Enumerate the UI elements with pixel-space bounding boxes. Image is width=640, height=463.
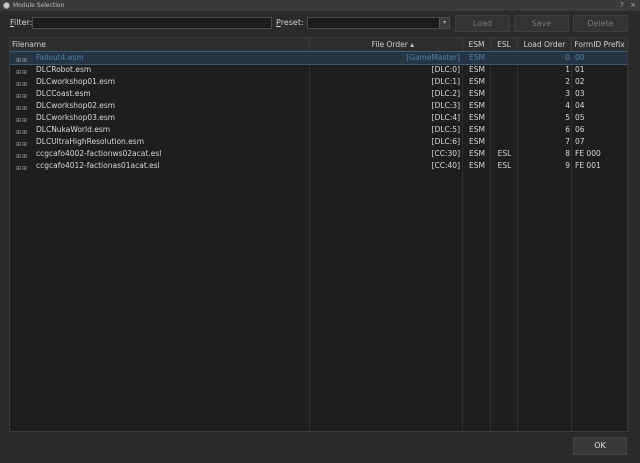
- cell-file-order: [DLC:1]: [431, 77, 460, 86]
- cell-load-order: 5: [565, 113, 570, 122]
- filter-input[interactable]: [32, 17, 272, 29]
- cell-formid-prefix: 07: [575, 137, 585, 146]
- cell-esl: [491, 76, 518, 88]
- cell-load-order: 4: [565, 101, 570, 110]
- table-row[interactable]: ⊞⊞ DLCworkshop03.esm [DLC:4] ESM 5 05: [10, 112, 627, 124]
- cell-filename: DLCNukaWorld.esm: [36, 125, 111, 134]
- cell-esl: [491, 100, 518, 112]
- header-formid-prefix[interactable]: FormID Prefix: [572, 38, 627, 51]
- cell-formid-prefix: 02: [575, 77, 585, 86]
- header-file-order[interactable]: File Order ▴: [310, 38, 463, 51]
- cell-esm: ESM: [469, 77, 485, 86]
- cell-file-order: [CC:30]: [431, 149, 460, 158]
- cell-filename: DLCUltraHighResolution.esm: [36, 137, 145, 146]
- cell-load-order: 6: [565, 125, 570, 134]
- cell-esl: [491, 112, 518, 124]
- cell-file-order: [GameMaster]: [406, 53, 460, 62]
- cell-esl: ESL: [497, 149, 512, 158]
- cell-esl: [491, 88, 518, 100]
- table-row[interactable]: ⊞⊞ ccgcafo4002-factionws02acat.esl [CC:30]…: [10, 148, 627, 160]
- cell-filename: DLCworkshop03.esm: [36, 113, 116, 122]
- cell-load-order: 3: [565, 89, 570, 98]
- cell-file-order: [DLC:3]: [431, 101, 460, 110]
- cell-esl: [491, 64, 518, 76]
- cell-esm: ESM: [469, 161, 485, 170]
- cell-filename: DLCworkshop01.esm: [36, 77, 116, 86]
- cell-load-order: 2: [565, 77, 570, 86]
- table-row[interactable]: ⊞⊞ DLCworkshop02.esm [DLC:3] ESM 4 04: [10, 100, 627, 112]
- cell-load-order: 0: [565, 53, 570, 62]
- cell-filename: ccgcafo4002-factionws02acat.esl: [36, 149, 162, 158]
- header-load-order[interactable]: Load Order: [518, 38, 572, 51]
- expand-icon[interactable]: ⊞⊞: [16, 163, 28, 175]
- title-bar: Module Selection ? ×: [0, 0, 640, 11]
- toolbar: Filter: Preset: ▾ Load Save Delete: [0, 13, 640, 35]
- table-header: Filename File Order ▴ ESM ESL Load Order…: [10, 38, 627, 52]
- close-icon[interactable]: ×: [628, 0, 638, 11]
- cell-filename: DLCworkshop02.esm: [36, 101, 116, 110]
- cell-formid-prefix: FE 000: [575, 149, 601, 158]
- cell-file-order: [DLC:2]: [431, 89, 460, 98]
- cell-esm: ESM: [469, 89, 485, 98]
- cell-load-order: 1: [565, 65, 570, 74]
- sort-ascending-icon: ▴: [410, 40, 414, 49]
- preset-dropdown[interactable]: ▾: [307, 17, 450, 29]
- cell-filename: Fallout4.esm: [36, 53, 84, 62]
- chevron-down-icon[interactable]: ▾: [439, 18, 449, 28]
- cell-formid-prefix: 00: [575, 53, 585, 62]
- cell-esl: [491, 124, 518, 136]
- cell-filename: ccgcafo4012-factionas01acat.esl: [36, 161, 160, 170]
- delete-button[interactable]: Delete: [573, 15, 628, 32]
- help-icon[interactable]: ?: [617, 0, 627, 11]
- table-row[interactable]: ⊞⊞ DLCUltraHighResolution.esm [DLC:6] ESM 7 0…: [10, 136, 627, 148]
- filter-text[interactable]: [36, 19, 268, 27]
- filter-label: Filter:: [10, 18, 33, 27]
- ok-button[interactable]: OK: [573, 437, 627, 455]
- cell-formid-prefix: 01: [575, 65, 585, 74]
- app-icon: [3, 2, 10, 9]
- cell-file-order: [CC:40]: [431, 161, 460, 170]
- cell-esl: ESL: [497, 161, 512, 170]
- header-esm[interactable]: ESM: [463, 38, 491, 51]
- cell-formid-prefix: 03: [575, 89, 585, 98]
- cell-file-order: [DLC:6]: [431, 137, 460, 146]
- cell-load-order: 7: [565, 137, 570, 146]
- table-row[interactable]: ⊞⊞ Fallout4.esm [GameMaster] ESM 0 00: [10, 51, 627, 65]
- window-title: Module Selection: [13, 2, 65, 9]
- cell-formid-prefix: 04: [575, 101, 585, 110]
- cell-filename: DLCCoast.esm: [36, 89, 91, 98]
- save-button[interactable]: Save: [514, 15, 569, 32]
- cell-esm: ESM: [469, 125, 485, 134]
- cell-file-order: [DLC:0]: [431, 65, 460, 74]
- cell-esm: ESM: [469, 113, 485, 122]
- table-row[interactable]: ⊞⊞ DLCworkshop01.esm [DLC:1] ESM 2 02: [10, 76, 627, 88]
- cell-filename: DLCRobot.esm: [36, 65, 92, 74]
- module-table[interactable]: Filename File Order ▴ ESM ESL Load Order…: [9, 37, 628, 432]
- preset-label: Preset:: [276, 18, 304, 27]
- table-row[interactable]: ⊞⊞ DLCRobot.esm [DLC:0] ESM 1 01: [10, 64, 627, 76]
- cell-esl: [491, 52, 518, 64]
- cell-esm: ESM: [469, 137, 485, 146]
- table-row[interactable]: ⊞⊞ DLCCoast.esm [DLC:2] ESM 3 03: [10, 88, 627, 100]
- header-esl[interactable]: ESL: [491, 38, 518, 51]
- cell-load-order: 9: [565, 161, 570, 170]
- cell-file-order: [DLC:4]: [431, 113, 460, 122]
- cell-esl: [491, 136, 518, 148]
- table-row[interactable]: ⊞⊞ DLCNukaWorld.esm [DLC:5] ESM 6 06: [10, 124, 627, 136]
- cell-esm: ESM: [469, 101, 485, 110]
- cell-load-order: 8: [565, 149, 570, 158]
- cell-formid-prefix: FE 001: [575, 161, 601, 170]
- cell-formid-prefix: 06: [575, 125, 585, 134]
- cell-formid-prefix: 05: [575, 113, 585, 122]
- table-row[interactable]: ⊞⊞ ccgcafo4012-factionas01acat.esl [CC:40]…: [10, 160, 627, 172]
- cell-esm: ESM: [469, 53, 485, 62]
- cell-file-order: [DLC:5]: [431, 125, 460, 134]
- cell-esm: ESM: [469, 65, 485, 74]
- cell-esm: ESM: [469, 149, 485, 158]
- load-button[interactable]: Load: [455, 15, 510, 32]
- header-filename[interactable]: Filename: [10, 38, 310, 51]
